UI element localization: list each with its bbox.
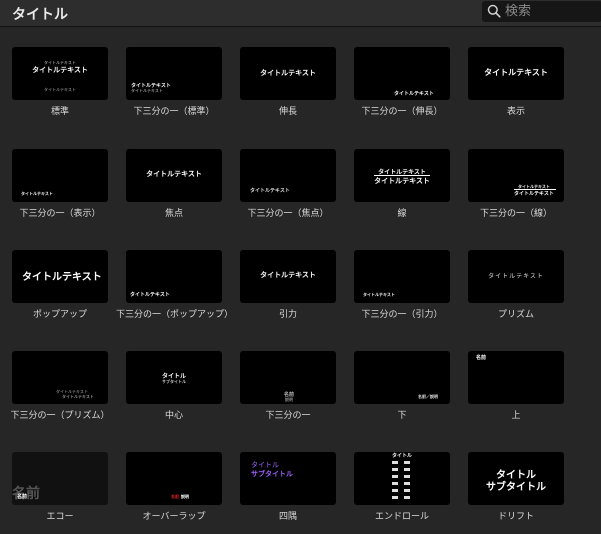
tile-label: エンドロール <box>374 512 429 522</box>
preview-thumbnail[interactable]: タイトルテキスト <box>468 250 564 303</box>
preview-main-text: タイトルテキスト <box>32 66 88 74</box>
preview-sub-text: タイトルテキスト <box>131 88 163 93</box>
preview-thumbnail[interactable]: タイトルテキスト タイトルテキスト <box>354 149 450 202</box>
preview-thumbnail[interactable]: タイトルテキスト タイトルテキスト <box>12 351 108 404</box>
preview-main-text: タイトルテキスト <box>130 292 170 298</box>
preview-main-text: タイトルテキスト <box>260 271 316 279</box>
search-field[interactable] <box>482 1 601 22</box>
preview-main-text: タイトルテキスト <box>394 91 434 97</box>
tile-label: 下三分の一（標準） <box>133 107 215 117</box>
preview-thumbnail[interactable]: タイトルテキスト <box>468 47 564 100</box>
tile-label: オーバーラップ <box>142 512 206 522</box>
tile-label: ポップアップ <box>32 310 87 320</box>
credit-lines-left <box>392 461 398 503</box>
title-style-grid: タイトルテキスト タイトルテキスト タイトルテキスト 標準 タイトルテキスト タ… <box>0 27 601 534</box>
preview-thumbnail[interactable]: 名前 <box>468 351 564 404</box>
preview-sub-text: 説明 <box>285 397 293 402</box>
preview-sub-text: サブタイトル <box>162 379 186 384</box>
preview-thumbnail[interactable]: タイトルテキスト <box>12 250 108 303</box>
tile-label: ドリフト <box>497 512 534 522</box>
tile-label: 焦点 <box>164 209 183 219</box>
preview-thumbnail[interactable]: 名前／説明 <box>354 351 450 404</box>
credit-lines-right <box>404 461 410 503</box>
title-browser-header: タイトル <box>0 0 601 27</box>
tile-label: 線 <box>397 209 407 219</box>
preview-thumbnail[interactable]: タイトル <box>354 452 450 505</box>
tile-label: 標準 <box>50 107 69 117</box>
preview-main-text: タイトルテキスト <box>484 68 548 77</box>
preview-main-text: タイトルテキスト <box>146 170 202 178</box>
tile-label: エコー <box>46 512 74 522</box>
preview-thumbnail[interactable]: タイトルテキスト <box>354 250 450 303</box>
preview-thumbnail[interactable]: タイトルテキスト タイトルテキスト タイトルテキスト <box>12 47 108 100</box>
preview-thumbnail[interactable]: タイトルテキスト <box>354 47 450 100</box>
tile-label: 下三分の一（線） <box>479 209 552 219</box>
preview-thumbnail[interactable]: 名前 説明 <box>240 351 336 404</box>
preview-thumbnail[interactable]: タイトルテキスト <box>240 250 336 303</box>
preview-thumbnail[interactable]: タイトルテキスト <box>126 250 222 303</box>
tile-label: 下三分の一（表示） <box>19 209 101 219</box>
page-title: タイトル <box>12 7 68 23</box>
preview-thumbnail[interactable]: タイトルテキスト タイトルテキスト <box>468 149 564 202</box>
tile-label: 下三分の一（焦点） <box>247 209 329 219</box>
preview-sub-text: 説明 <box>181 494 189 499</box>
preview-thumbnail[interactable]: タイトルテキスト <box>126 149 222 202</box>
tile-label: 下三分の一（ポップアップ） <box>116 310 234 320</box>
tile-label: 下三分の一（プリズム） <box>10 411 110 421</box>
preview-main-text: 名前／説明 <box>418 394 438 399</box>
tile-label: プリズム <box>497 310 534 320</box>
tile-label: 四隅 <box>278 512 297 522</box>
tile-label: 中心 <box>164 411 183 421</box>
preview-thumbnail[interactable]: 名前 説明 <box>126 452 222 505</box>
tile-label: 伸長 <box>278 107 297 117</box>
preview-line2-text: タイトルテキスト <box>514 191 554 197</box>
preview-thumbnail[interactable]: タイトルテキスト タイトルテキスト <box>126 47 222 100</box>
preview-main-text: タイトルテキスト <box>22 272 102 283</box>
preview-main-text: タイトルテキスト <box>488 273 544 280</box>
preview-thumbnail[interactable]: タイトルテキスト <box>240 149 336 202</box>
preview-main-text: タイトル <box>391 453 412 459</box>
tile-label: 下三分の一 <box>265 411 311 421</box>
preview-line2-text: タイトルテキスト <box>62 394 94 399</box>
tile-label: 下 <box>397 411 407 421</box>
preview-main-text: タイトルテキスト <box>260 69 316 77</box>
preview-thumbnail[interactable]: タイトル サブタイトル <box>126 351 222 404</box>
preview-main-text: 名前 <box>17 494 28 500</box>
preview-thumbnail[interactable]: タイトルテキスト <box>240 47 336 100</box>
preview-main-text: タイトルテキスト <box>250 188 290 194</box>
search-input[interactable] <box>505 3 597 19</box>
preview-main-text: タイトルテキスト <box>21 191 53 196</box>
preview-sub-text: サブタイトル <box>486 482 546 493</box>
preview-main-text: タイトルテキスト <box>363 292 395 297</box>
tile-label: 上 <box>511 411 521 421</box>
preview-small-text: タイトルテキスト <box>44 87 76 92</box>
preview-line2-text: タイトルテキスト <box>374 177 430 185</box>
preview-main-text: 名前 <box>476 355 487 361</box>
preview-thumbnail[interactable]: タイトル サブタイトル <box>240 452 336 505</box>
preview-thumbnail[interactable]: タイトルテキスト <box>12 149 108 202</box>
preview-main-text: 名前 <box>171 494 179 499</box>
tile-label: 下三分の一（伸長） <box>361 107 443 117</box>
preview-thumbnail[interactable]: 名前 名前 <box>12 452 108 505</box>
preview-sub-text: サブタイトル <box>251 470 293 478</box>
preview-thumbnail[interactable]: タイトル サブタイトル <box>468 452 564 505</box>
search-icon <box>487 4 501 18</box>
tile-label: 表示 <box>506 107 525 117</box>
tile-label: 下三分の一（引力） <box>361 310 443 320</box>
tile-label: 引力 <box>278 310 297 320</box>
